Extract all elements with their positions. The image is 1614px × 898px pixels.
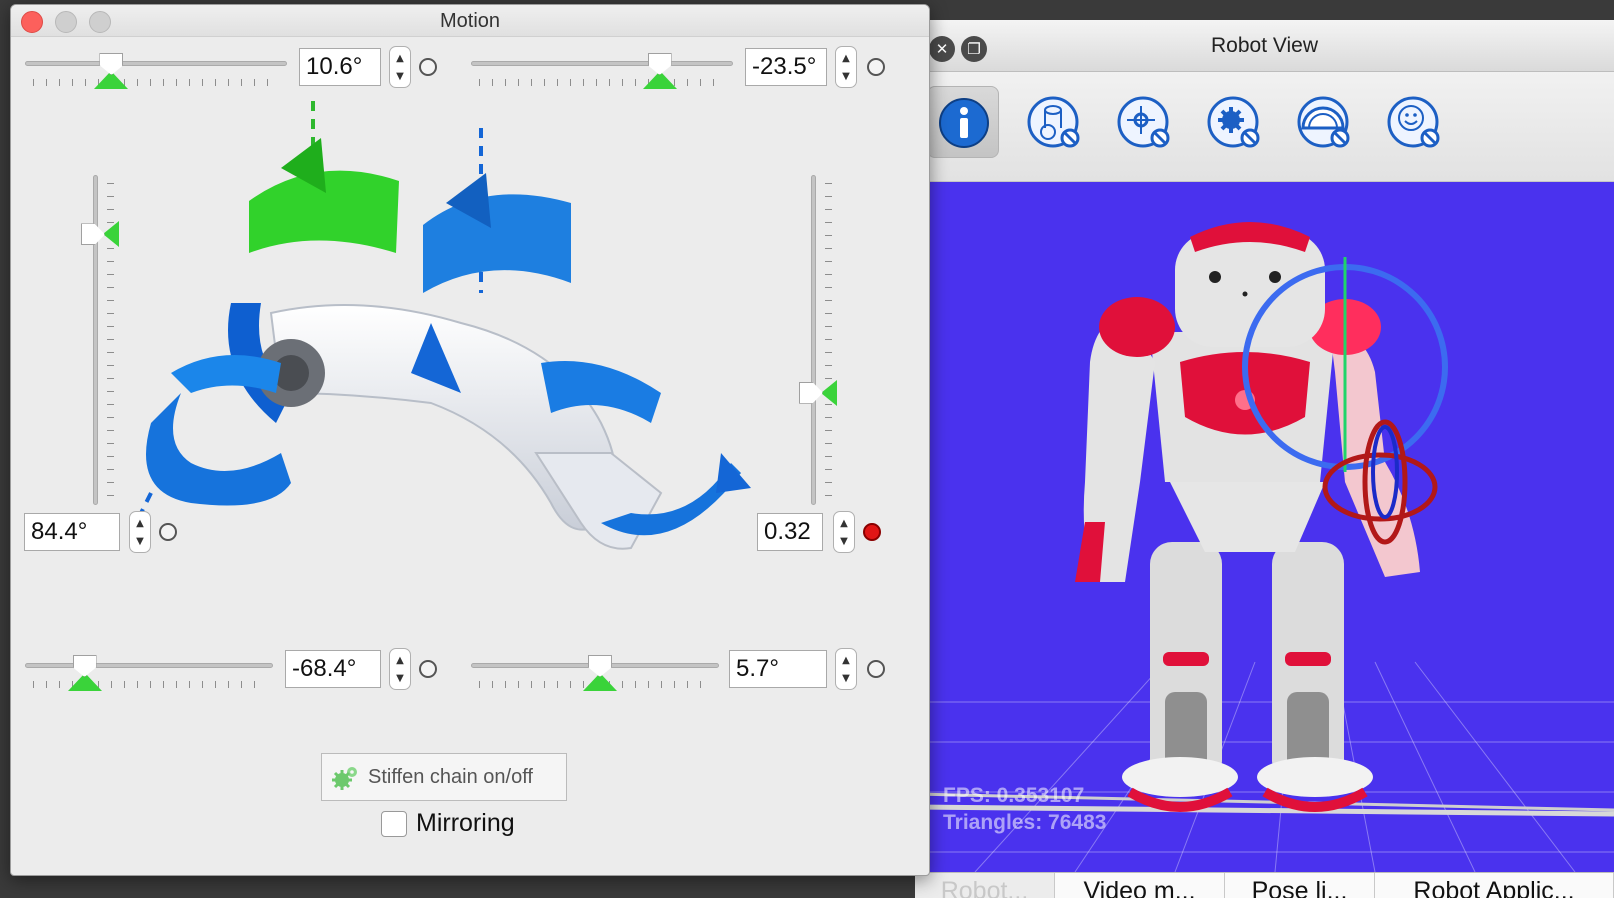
triangles-readout: Triangles: 76483 bbox=[943, 811, 1107, 834]
joint-slider-left-vertical[interactable] bbox=[81, 175, 121, 505]
3d-viewport[interactable]: FPS: 0.353107 Triangles: 76483 bbox=[915, 182, 1614, 872]
robot-scene bbox=[915, 222, 1614, 872]
slider-thumb[interactable] bbox=[799, 381, 823, 404]
gauge-toggle-button[interactable] bbox=[1287, 86, 1359, 158]
robot-legs bbox=[1122, 542, 1373, 812]
bottom-tab-bar: Robot... Video m... Pose li... Robot App… bbox=[915, 872, 1614, 898]
info-button[interactable] bbox=[927, 86, 999, 158]
tab-pose-library[interactable]: Pose li... bbox=[1225, 873, 1375, 898]
joint-slider-top-left[interactable] bbox=[25, 51, 287, 91]
objects-toggle-button[interactable] bbox=[1017, 86, 1089, 158]
tab-video-monitor[interactable]: Video m... bbox=[1055, 873, 1225, 898]
info-icon bbox=[939, 98, 989, 148]
gears-icon bbox=[332, 767, 357, 790]
stepper-top-right[interactable]: ▲ ▼ bbox=[835, 46, 857, 88]
mirroring-label: Mirroring bbox=[416, 809, 515, 837]
tab-robot-applications[interactable]: Robot Applic... bbox=[1375, 873, 1614, 898]
joint-value-left-vertical[interactable]: 84.4° bbox=[24, 513, 120, 551]
stepper-top-left[interactable]: ▲ ▼ bbox=[389, 46, 411, 88]
stepper-right-vertical[interactable]: ▲ ▼ bbox=[833, 511, 855, 553]
joint-value-top-right[interactable]: -23.5° bbox=[745, 48, 827, 86]
settings-toggle-button[interactable] bbox=[1197, 86, 1269, 158]
stepper-bottom-right[interactable]: ▲ ▼ bbox=[835, 648, 857, 690]
stepper-left-vertical[interactable]: ▲ ▼ bbox=[129, 511, 151, 553]
joint-slider-bottom-left[interactable] bbox=[25, 653, 273, 693]
gear-icon bbox=[1207, 96, 1260, 148]
robot-view-window: ✕ ❐ Robot View FPS: 0.353107 Triangles: … bbox=[915, 20, 1614, 898]
target-marker bbox=[821, 379, 837, 406]
robot-view-toolbar bbox=[915, 72, 1614, 182]
joint-value-bottom-right[interactable]: 5.7° bbox=[729, 650, 827, 688]
joint-value-bottom-left[interactable]: -68.4° bbox=[285, 650, 381, 688]
joint-slider-bottom-right[interactable] bbox=[471, 653, 719, 693]
tab-robot[interactable]: Robot... bbox=[915, 873, 1055, 898]
target-marker bbox=[103, 221, 119, 248]
joints-toggle-button[interactable] bbox=[1107, 86, 1179, 158]
stiffness-indicator-icon[interactable] bbox=[867, 58, 885, 76]
joint-slider-top-right[interactable] bbox=[471, 51, 733, 91]
render-stats: FPS: 0.353107 Triangles: 76483 bbox=[943, 782, 1106, 836]
stiffness-indicator-icon[interactable] bbox=[419, 58, 437, 76]
motion-title: Motion bbox=[439, 10, 501, 32]
mirroring-checkbox[interactable] bbox=[381, 811, 407, 837]
desktop: ✕ ❐ Robot View FPS: 0.353107 Triangles: … bbox=[0, 0, 1614, 898]
stiffness-indicator-icon[interactable] bbox=[159, 523, 177, 541]
arm-illustration bbox=[131, 101, 751, 550]
stepper-bottom-left[interactable]: ▲ ▼ bbox=[389, 648, 411, 690]
gauge-icon bbox=[1297, 96, 1350, 148]
robot-view-titlebar: ✕ ❐ Robot View bbox=[915, 20, 1614, 72]
stiffness-indicator-icon[interactable] bbox=[419, 660, 437, 678]
stiffen-chain-label: Stiffen chain on/off bbox=[368, 766, 533, 788]
slider-thumb[interactable] bbox=[81, 223, 105, 246]
motion-window: Motion 10.6° ▲ ▼ -23.5° ▲ ▼ 84.4° ▲ ▼ 0.… bbox=[10, 4, 930, 876]
joint-slider-right-vertical[interactable] bbox=[799, 175, 839, 505]
stiffness-indicator-icon[interactable] bbox=[863, 523, 881, 541]
robot-view-title: Robot View bbox=[1210, 34, 1318, 57]
face-icon bbox=[1387, 96, 1440, 148]
joint-value-right-vertical[interactable]: 0.32 bbox=[757, 513, 823, 551]
fps-readout: FPS: 0.353107 bbox=[943, 784, 1085, 807]
joint-value-top-left[interactable]: 10.6° bbox=[299, 48, 381, 86]
face-toggle-button[interactable] bbox=[1377, 86, 1449, 158]
cylinder-icon bbox=[1027, 96, 1080, 148]
motion-titlebar: Motion bbox=[11, 5, 929, 37]
joint-icon bbox=[1117, 96, 1170, 148]
stiffen-chain-button[interactable]: Stiffen chain on/off bbox=[321, 753, 567, 801]
rotation-arrow-shoulder-roll bbox=[423, 194, 571, 293]
stiffness-indicator-icon[interactable] bbox=[867, 660, 885, 678]
